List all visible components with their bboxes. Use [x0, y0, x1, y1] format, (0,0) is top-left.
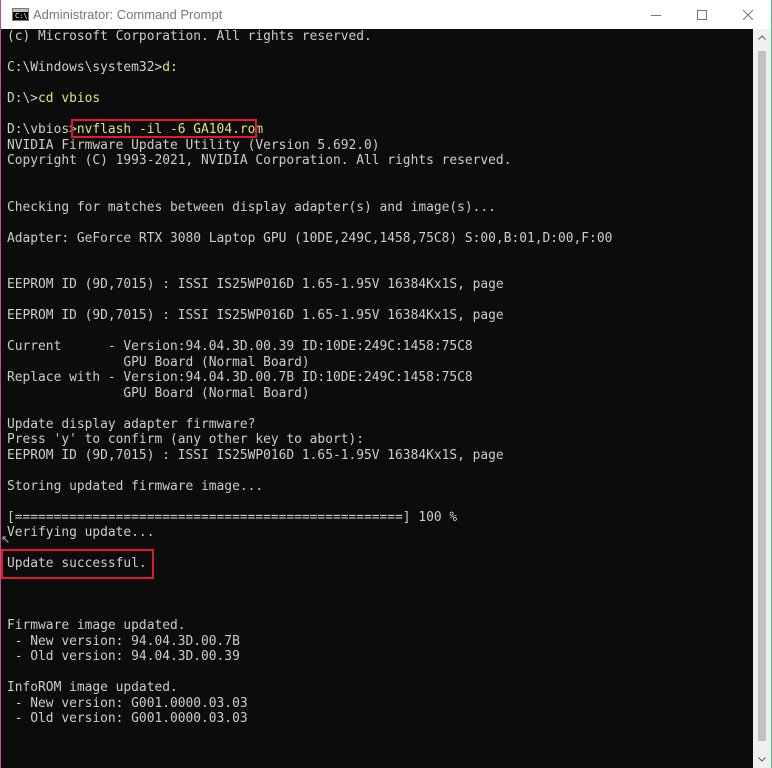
console-line-text: EEPROM ID (9D,7015) : ISSI IS25WP016D 1.…	[7, 447, 504, 463]
console-line: EEPROM ID (9D,7015) : ISSI IS25WP016D 1.…	[7, 448, 751, 464]
console-line: EEPROM ID (9D,7015) : ISSI IS25WP016D 1.…	[7, 308, 751, 324]
window-title: Administrator: Command Prompt	[33, 6, 223, 22]
console-line-text: Storing updated firmware image...	[7, 478, 264, 494]
command-prompt-window: C:\ Administrator: Command Prompt (c) Mi…	[0, 0, 772, 768]
console-line: Storing updated firmware image...	[7, 479, 751, 495]
console-line: (c) Microsoft Corporation. All rights re…	[7, 29, 751, 45]
console-line: InfoROM image updated.	[7, 680, 751, 696]
console-line-text: GPU Board (Normal Board)	[7, 354, 310, 370]
scrollbar-thumb[interactable]	[758, 51, 766, 741]
console-line-text: Replace with - Version:94.04.3D.00.7B ID…	[7, 370, 473, 385]
console-line: Press 'y' to confirm (any other key to a…	[7, 432, 751, 448]
mouse-cursor-icon: ↖	[1, 533, 11, 546]
minimize-icon	[651, 14, 661, 16]
console-line: - New version: G001.0000.03.03	[7, 696, 751, 712]
console-line: - Old version: 94.04.3D.00.39	[7, 649, 751, 665]
console-line: C:\Windows\system32>d:	[7, 60, 751, 76]
console-line: - Old version: G001.0000.03.03	[7, 711, 751, 727]
title-bar[interactable]: C:\ Administrator: Command Prompt	[1, 0, 771, 29]
console-line-text: - Old version: G001.0000.03.03	[7, 711, 248, 726]
console-output[interactable]: (c) Microsoft Corporation. All rights re…	[1, 29, 753, 768]
console-line-text: [=======================================…	[7, 509, 458, 525]
command-highlight-box	[71, 119, 257, 138]
console-line: Verifying update...	[7, 525, 751, 541]
console-line: Replace with - Version:94.04.3D.00.7B ID…	[7, 370, 751, 386]
console-line: D:\>cd vbios	[7, 91, 751, 107]
console-line: GPU Board (Normal Board)	[7, 386, 751, 402]
console-line-text: - New version: G001.0000.03.03	[7, 695, 248, 711]
close-button[interactable]	[725, 0, 771, 29]
close-icon	[743, 9, 753, 20]
console-line-text: C:\Windows\system32>	[7, 60, 163, 75]
console-line-text: Press 'y' to confirm (any other key to a…	[7, 432, 364, 447]
console-line: NVIDIA Firmware Update Utility (Version …	[7, 138, 751, 154]
command-prompt-icon[interactable]: C:\	[12, 8, 29, 21]
caption-buttons	[633, 0, 771, 29]
console-line: Update display adapter firmware?	[7, 417, 751, 433]
scroll-down-button[interactable]	[753, 751, 771, 768]
console-line: GPU Board (Normal Board)	[7, 355, 751, 371]
minimize-button[interactable]	[633, 0, 679, 29]
console-line: Adapter: GeForce RTX 3080 Laptop GPU (10…	[7, 231, 751, 247]
console-line-text: (c) Microsoft Corporation. All rights re…	[7, 29, 372, 44]
maximize-button[interactable]	[679, 0, 725, 29]
console-line-text: GPU Board (Normal Board)	[7, 385, 310, 401]
console-line-text: Current - Version:94.04.3D.00.39 ID:10DE…	[7, 339, 473, 354]
console-line-text: Adapter: GeForce RTX 3080 Laptop GPU (10…	[7, 230, 613, 246]
console-line-text: NVIDIA Firmware Update Utility (Version …	[7, 137, 380, 153]
success-highlight-box	[1, 549, 154, 579]
console-line: Checking for matches between display ada…	[7, 200, 751, 216]
console-line: [=======================================…	[7, 510, 751, 526]
typed-command: d:	[162, 60, 178, 75]
console-line-text: Firmware image updated.	[7, 618, 186, 633]
maximize-icon	[697, 9, 707, 20]
console-line-text: - Old version: 94.04.3D.00.39	[7, 649, 240, 664]
console-line-text: Checking for matches between display ada…	[7, 199, 496, 215]
console-line-text: Update display adapter firmware?	[7, 416, 256, 432]
typed-command: cd vbios	[38, 91, 101, 106]
scroll-up-button[interactable]	[753, 29, 771, 46]
console-line-text: Verifying update...	[7, 525, 155, 540]
console-line-text: - New version: 94.04.3D.00.7B	[7, 633, 240, 649]
console-line-text: InfoROM image updated.	[7, 680, 178, 695]
vertical-scrollbar[interactable]	[753, 29, 771, 768]
console-line: Current - Version:94.04.3D.00.39 ID:10DE…	[7, 339, 751, 355]
console-line-text: D:\vbios>	[7, 122, 77, 137]
console-line-text: EEPROM ID (9D,7015) : ISSI IS25WP016D 1.…	[7, 308, 504, 323]
console-line-text: EEPROM ID (9D,7015) : ISSI IS25WP016D 1.…	[7, 277, 504, 292]
console-line: - New version: 94.04.3D.00.7B	[7, 634, 751, 650]
console-line-text: D:\>	[7, 91, 39, 106]
console-line: EEPROM ID (9D,7015) : ISSI IS25WP016D 1.…	[7, 277, 751, 293]
chevron-down-icon	[758, 757, 766, 762]
app-icon-glyph: C:\	[15, 12, 28, 20]
console-line: Copyright (C) 1993-2021, NVIDIA Corporat…	[7, 153, 751, 169]
chevron-up-icon	[758, 35, 766, 40]
console-line: Firmware image updated.	[7, 618, 751, 634]
console-line-text: Copyright (C) 1993-2021, NVIDIA Corporat…	[7, 153, 512, 168]
